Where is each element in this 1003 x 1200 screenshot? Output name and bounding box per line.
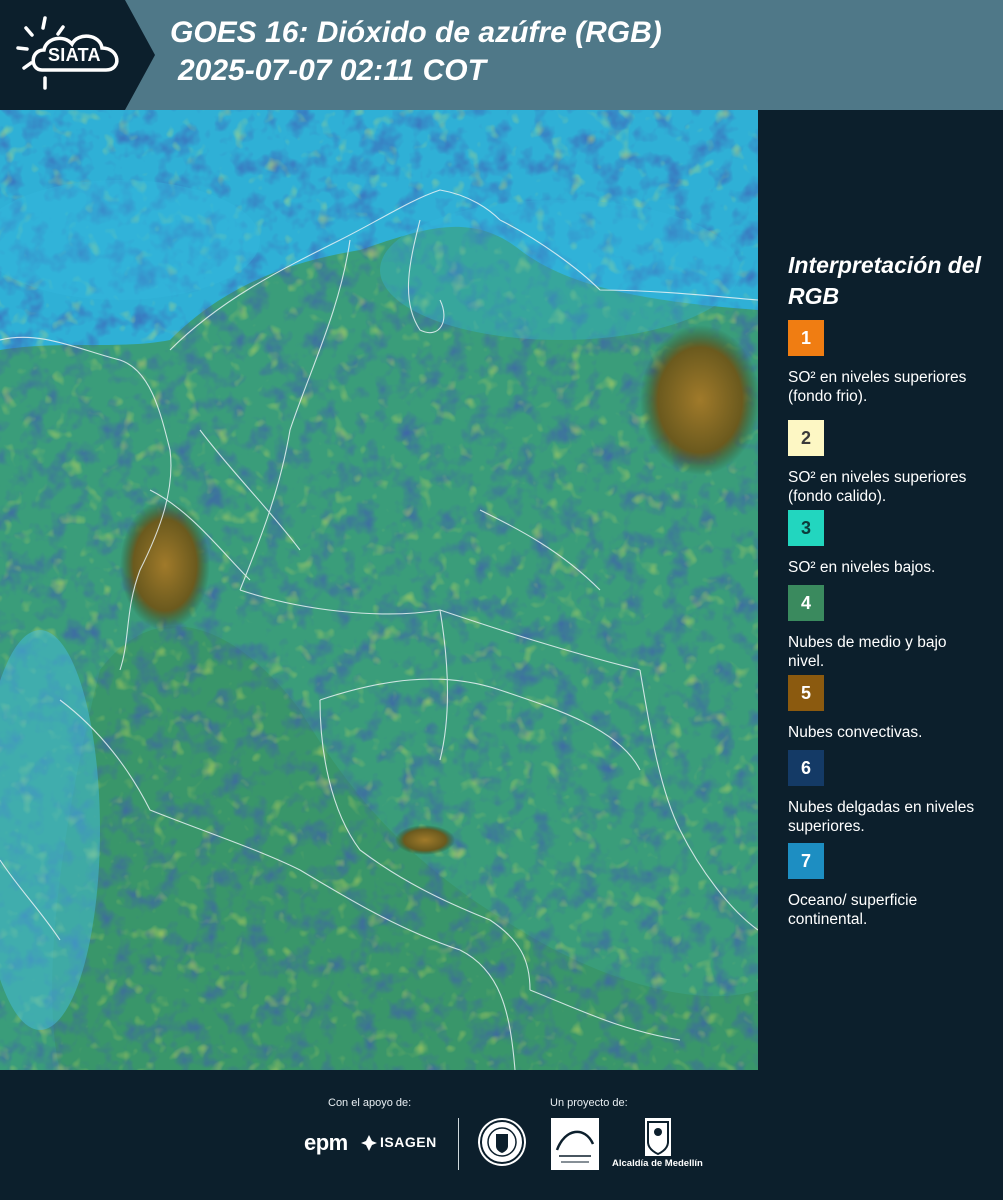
satellite-map — [0, 110, 758, 1070]
footer-divider — [458, 1118, 459, 1170]
legend-item: 1 SO² en niveles superiores (fondo frio)… — [788, 320, 988, 406]
legend-item: 3 SO² en niveles bajos. — [788, 510, 988, 577]
legend-number: 3 — [800, 517, 811, 538]
legend-item: 5 Nubes convectivas. — [788, 675, 988, 742]
legend-swatch: 7 — [788, 843, 824, 879]
legend-swatch: 6 — [788, 750, 824, 786]
legend-title: Interpretación del RGB — [788, 252, 981, 309]
legend-item: 2 SO² en niveles superiores (fondo calid… — [788, 420, 988, 506]
legend-label: SO² en niveles superiores (fondo frio). — [788, 369, 967, 405]
legend-panel: Interpretación del RGB 1 SO² en niveles … — [758, 110, 1003, 1070]
legend-label: Nubes delgadas en niveles superiores. — [788, 799, 975, 835]
legend-number: 2 — [800, 427, 811, 448]
area-metropolitana-logo — [551, 1118, 599, 1170]
legend-label: Oceano/ superficie continental. — [788, 892, 918, 928]
legend-swatch: 5 — [788, 675, 824, 711]
logo-text: SIATA — [48, 45, 101, 65]
legend-label: Nubes de medio y bajo nivel. — [788, 634, 947, 670]
footer: Con el apoyo de: Un proyecto de: epm ISA… — [0, 1070, 1003, 1200]
legend-item: 7 Oceano/ superficie continental. — [788, 843, 988, 929]
page-subtitle: 2025-07-07 02:11 COT — [178, 54, 486, 87]
legend-swatch: 4 — [788, 585, 824, 621]
legend-number: 7 — [800, 850, 811, 871]
legend-number: 1 — [800, 327, 811, 348]
isagen-text: ISAGEN — [380, 1134, 437, 1150]
header-bar: SIATA GOES 16: Dióxido de azúfre (RGB) 2… — [0, 0, 1003, 110]
siata-logo: SIATA — [0, 0, 160, 110]
epm-logo: epm — [304, 1130, 348, 1155]
legend-item: 6 Nubes delgadas en niveles superiores. — [788, 750, 988, 836]
support-label: Con el apoyo de: — [328, 1097, 412, 1109]
isagen-logo: ISAGEN — [380, 1134, 437, 1150]
legend-swatch: 3 — [788, 510, 824, 546]
isagen-icon — [361, 1135, 377, 1151]
legend-label: SO² en niveles superiores (fondo calido)… — [788, 469, 967, 505]
medellin-seal — [478, 1118, 526, 1166]
legend-number: 5 — [800, 682, 811, 703]
project-label: Un proyecto de: — [550, 1097, 628, 1109]
legend-label: Nubes convectivas. — [788, 724, 923, 741]
legend-number: 4 — [800, 592, 811, 613]
alcaldia-shield — [645, 1118, 671, 1156]
legend-item: 4 Nubes de medio y bajo nivel. — [788, 585, 988, 671]
alcaldia-label: Alcaldía de Medellín — [612, 1158, 703, 1169]
legend-number: 6 — [800, 757, 811, 778]
legend-swatch: 1 — [788, 320, 824, 356]
legend-label: SO² en niveles bajos. — [788, 559, 936, 576]
legend-swatch: 2 — [788, 420, 824, 456]
page-title: GOES 16: Dióxido de azúfre (RGB) — [170, 16, 662, 49]
